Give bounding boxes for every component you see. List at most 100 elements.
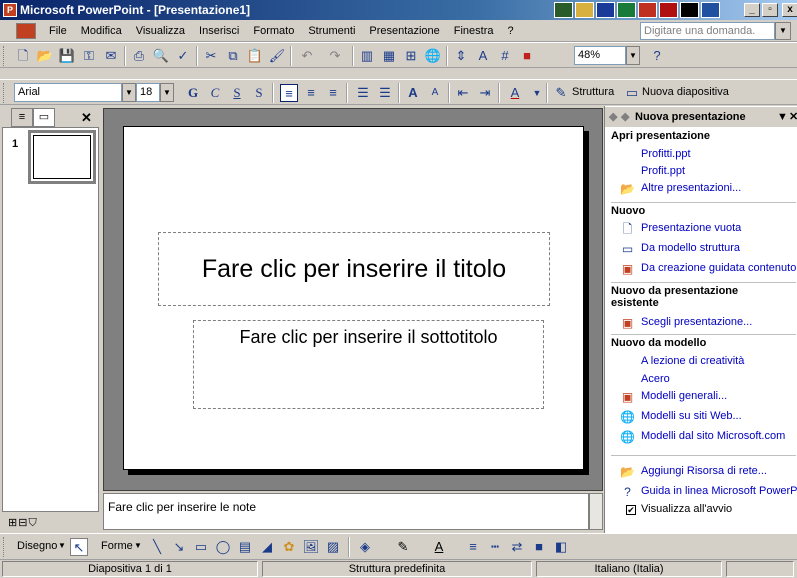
paste-icon[interactable]: 📋 bbox=[246, 47, 264, 65]
more-presentations-link[interactable]: Altre presentazioni... bbox=[641, 182, 741, 194]
picture-icon[interactable]: ▨ bbox=[324, 538, 342, 556]
table-icon[interactable]: ▦ bbox=[380, 47, 398, 65]
web-templates-link[interactable]: Modelli su siti Web... bbox=[641, 410, 742, 422]
format-painter-icon[interactable]: 🖌 bbox=[268, 47, 286, 65]
line-icon[interactable]: ╲ bbox=[148, 538, 166, 556]
slide-thumbnail[interactable] bbox=[28, 130, 96, 184]
menu-strumenti[interactable]: Strumenti bbox=[301, 21, 362, 41]
app-icon-7[interactable] bbox=[680, 2, 699, 18]
autoshapes-button[interactable]: Forme bbox=[101, 540, 133, 552]
autoshapes-dropdown[interactable]: ▼ bbox=[134, 541, 142, 550]
ask-dropdown-button[interactable]: ▼ bbox=[775, 22, 791, 40]
shadow-icon[interactable]: S bbox=[250, 84, 268, 102]
align-right-icon[interactable]: ≡ bbox=[324, 84, 342, 102]
minimize-button[interactable]: _ bbox=[744, 3, 760, 17]
arrow-style-icon[interactable]: ⇄ bbox=[508, 538, 526, 556]
color-grayscale-icon[interactable]: ■ bbox=[518, 47, 536, 65]
redo-icon[interactable]: ↷ bbox=[326, 47, 344, 65]
back-icon[interactable]: ◆ bbox=[609, 107, 617, 127]
design-button[interactable]: Struttura bbox=[572, 86, 614, 98]
design-template-link[interactable]: Da modello struttura bbox=[641, 242, 740, 254]
copy-icon[interactable]: ⧉ bbox=[224, 47, 242, 65]
numbering-icon[interactable]: ☰ bbox=[354, 84, 372, 102]
menu-file[interactable]: File bbox=[42, 21, 74, 41]
menu-presentazione[interactable]: Presentazione bbox=[362, 21, 446, 41]
zoom-dropdown[interactable]: ▼ bbox=[626, 46, 640, 65]
design-icon[interactable]: ✎ bbox=[552, 84, 570, 102]
help-icon[interactable]: ? bbox=[648, 47, 666, 65]
select-objects-icon[interactable]: ↖ bbox=[70, 538, 88, 556]
rectangle-icon[interactable]: ▭ bbox=[192, 538, 210, 556]
content-wizard-link[interactable]: Da creazione guidata contenuto bbox=[641, 262, 796, 274]
choose-presentation-link[interactable]: Scegli presentazione... bbox=[641, 316, 752, 328]
powerpoint-icon[interactable]: P bbox=[3, 3, 17, 17]
open-icon[interactable]: 📂 bbox=[36, 47, 54, 65]
expand-all-icon[interactable]: ⇕ bbox=[452, 47, 470, 65]
oval-icon[interactable]: ◯ bbox=[214, 538, 232, 556]
font-size-dropdown[interactable]: ▼ bbox=[160, 83, 174, 102]
show-at-startup-checkbox[interactable]: ✔ bbox=[626, 505, 636, 515]
slides-tab[interactable]: ▭ bbox=[33, 108, 55, 127]
blank-presentation-link[interactable]: Presentazione vuota bbox=[641, 222, 741, 234]
toolbar-grip[interactable] bbox=[3, 46, 6, 66]
new-slide-button[interactable]: Nuova diapositiva bbox=[642, 86, 729, 98]
powerpoint-task-icon[interactable] bbox=[638, 2, 657, 18]
diagram-icon[interactable]: ✿ bbox=[280, 538, 298, 556]
toolbar-grip[interactable] bbox=[3, 83, 6, 103]
toolbar-grip[interactable] bbox=[3, 537, 6, 557]
menu-help[interactable]: ? bbox=[501, 21, 521, 41]
new-slide-icon[interactable]: ▭ bbox=[623, 84, 641, 102]
font-color-draw-icon[interactable]: A bbox=[430, 538, 448, 556]
template-link[interactable]: A lezione di creatività bbox=[641, 355, 744, 367]
align-center-icon[interactable]: ≡ bbox=[302, 84, 320, 102]
underline-icon[interactable]: S bbox=[228, 84, 246, 102]
textbox-icon[interactable]: ▤ bbox=[236, 538, 254, 556]
print-icon[interactable]: ⎙ bbox=[130, 47, 148, 65]
zoom-combo[interactable]: 48% bbox=[574, 46, 626, 65]
draw-menu-button[interactable]: Disegno bbox=[17, 540, 57, 552]
clipart-icon[interactable]: 🖼 bbox=[302, 538, 320, 556]
close-pane-icon[interactable]: ✕ bbox=[81, 110, 92, 126]
permission-icon[interactable]: ⚿ bbox=[80, 47, 98, 65]
font-dropdown[interactable]: ▼ bbox=[122, 83, 136, 102]
add-network-link[interactable]: Aggiungi Risorsa di rete... bbox=[641, 465, 767, 477]
decrease-font-icon[interactable]: A bbox=[426, 84, 444, 102]
outline-tab[interactable]: ≡ bbox=[11, 108, 33, 127]
dash-style-icon[interactable]: ┅ bbox=[486, 538, 504, 556]
undo-icon[interactable]: ↶ bbox=[298, 47, 316, 65]
bold-icon[interactable]: G bbox=[184, 84, 202, 102]
template-link[interactable]: Acero bbox=[641, 373, 670, 385]
task-pane-close-icon[interactable]: ✕ bbox=[789, 107, 797, 127]
cut-icon[interactable]: ✂ bbox=[202, 47, 220, 65]
recent-file[interactable]: Profit.ppt bbox=[641, 165, 685, 177]
menu-modifica[interactable]: Modifica bbox=[74, 21, 129, 41]
slideshow-icon[interactable]: ⛉ bbox=[28, 517, 37, 529]
general-templates-link[interactable]: Modelli generali... bbox=[641, 390, 727, 402]
increase-font-icon[interactable]: A bbox=[404, 84, 422, 102]
ask-question-input[interactable]: Digitare una domanda. bbox=[640, 22, 775, 40]
print-preview-icon[interactable]: 🔍 bbox=[152, 47, 170, 65]
align-left-icon[interactable]: ≡ bbox=[280, 84, 298, 102]
access-icon[interactable] bbox=[659, 2, 678, 18]
excel-icon[interactable] bbox=[617, 2, 636, 18]
word-icon[interactable] bbox=[596, 2, 615, 18]
chart-icon[interactable]: ▥ bbox=[358, 47, 376, 65]
app-icon-2[interactable] bbox=[575, 2, 594, 18]
menu-inserisci[interactable]: Inserisci bbox=[192, 21, 246, 41]
show-grid-icon[interactable]: # bbox=[496, 47, 514, 65]
app-icon-1[interactable] bbox=[554, 2, 573, 18]
recent-file[interactable]: Profitti.ppt bbox=[641, 148, 691, 160]
sorter-view-icon[interactable]: ⊟ bbox=[18, 517, 28, 529]
notes-scrollbar[interactable] bbox=[589, 493, 603, 530]
font-size-combo[interactable]: 18 bbox=[136, 83, 160, 102]
italic-icon[interactable]: C bbox=[206, 84, 224, 102]
increase-indent-icon[interactable]: ⇥ bbox=[476, 84, 494, 102]
line-color-icon[interactable]: ✎ bbox=[394, 538, 412, 556]
show-formatting-icon[interactable]: A bbox=[474, 47, 492, 65]
tables-borders-icon[interactable]: ⊞ bbox=[402, 47, 420, 65]
restore-button[interactable]: ▫ bbox=[762, 3, 778, 17]
online-help-link[interactable]: Guida in linea Microsoft PowerPoint bbox=[641, 485, 797, 497]
task-pane-menu-icon[interactable]: ▼ bbox=[777, 107, 788, 127]
hyperlink-icon[interactable]: 🌐 bbox=[424, 47, 442, 65]
title-placeholder[interactable]: Fare clic per inserire il titolo bbox=[158, 232, 550, 306]
